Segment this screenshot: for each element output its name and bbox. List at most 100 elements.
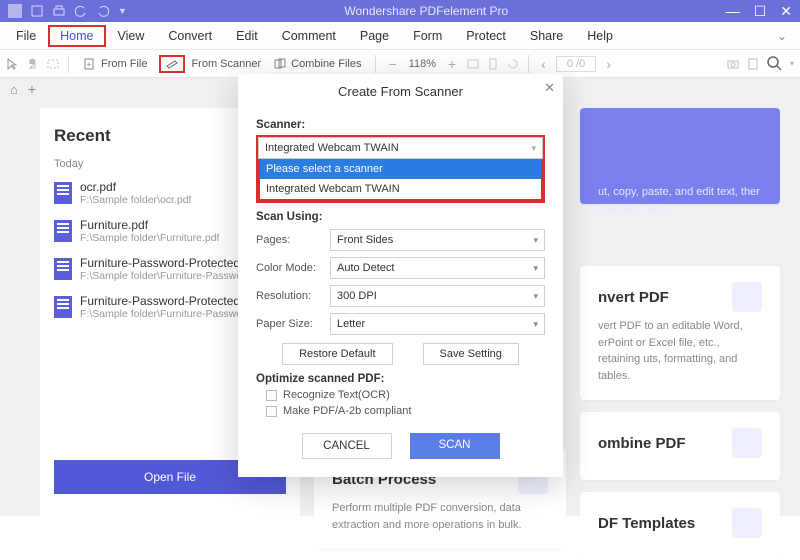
- app-logo-icon: [8, 4, 22, 18]
- file-name: Furniture-Password-Protected.pd: [80, 294, 257, 308]
- save-icon[interactable]: [30, 4, 44, 18]
- menu-share[interactable]: Share: [518, 25, 575, 47]
- menu-view[interactable]: View: [106, 25, 157, 47]
- combine-card-icon: [732, 428, 762, 458]
- pdfa-checkbox-row[interactable]: Make PDF/A-2b compliant: [266, 405, 545, 417]
- color-mode-select[interactable]: Auto Detect▾: [330, 257, 545, 279]
- note-icon[interactable]: [746, 57, 760, 71]
- restore-default-button[interactable]: Restore Default: [282, 343, 392, 365]
- cancel-button[interactable]: CANCEL: [302, 433, 392, 459]
- ocr-checkbox-row[interactable]: Recognize Text(OCR): [266, 389, 545, 401]
- redo-icon[interactable]: [96, 4, 110, 18]
- scanner-value: Integrated Webcam TWAIN: [265, 142, 399, 154]
- chevron-down-icon: ▾: [533, 319, 538, 330]
- pages-select[interactable]: Front Sides▾: [330, 229, 545, 251]
- maximize-button[interactable]: ☐: [754, 3, 767, 20]
- paper-size-select[interactable]: Letter▾: [330, 313, 545, 335]
- scan-using-label: Scan Using:: [256, 211, 545, 223]
- checkbox-icon: [266, 390, 277, 401]
- checkbox-icon: [266, 406, 277, 417]
- title-bar: ▼ Wondershare PDFelement Pro ― ☐ ✕: [0, 0, 800, 22]
- optimize-label: Optimize scanned PDF:: [256, 373, 545, 385]
- menu-protect[interactable]: Protect: [454, 25, 518, 47]
- chevron-down-icon: ▾: [533, 263, 538, 274]
- camera-icon[interactable]: [726, 57, 740, 71]
- convert-pdf-card[interactable]: nvert PDF vert PDF to an editable Word, …: [580, 266, 780, 400]
- hand-icon[interactable]: [26, 57, 40, 71]
- file-path: F:\Sample folder\Furniture-Password: [80, 270, 259, 282]
- undo-icon[interactable]: [74, 4, 88, 18]
- dialog-close-button[interactable]: ✕: [544, 80, 555, 96]
- from-scanner-button[interactable]: [159, 55, 185, 73]
- color-mode-label: Color Mode:: [256, 262, 330, 274]
- pdf-file-icon: [54, 182, 72, 204]
- file-name: ocr.pdf: [80, 180, 191, 194]
- window-title: Wondershare PDFelement Pro: [127, 4, 726, 18]
- templates-icon: [732, 508, 762, 538]
- scanner-dropdown: Please select a scanner Integrated Webca…: [258, 159, 543, 201]
- prev-page-button[interactable]: ‹: [537, 56, 550, 72]
- file-path: F:\Sample folder\ocr.pdf: [80, 194, 191, 206]
- edit-desc: ut, copy, paste, and edit text, ther obj…: [598, 184, 762, 217]
- menu-comment[interactable]: Comment: [270, 25, 348, 47]
- ribbon-collapse-icon[interactable]: ⌄: [768, 29, 796, 43]
- right-column: ut, copy, paste, and edit text, ther obj…: [580, 100, 800, 516]
- pdf-file-icon: [54, 296, 72, 318]
- zoom-out-button[interactable]: −: [384, 56, 400, 72]
- fit-page-icon[interactable]: [486, 57, 500, 71]
- combine-pdf-card[interactable]: ombine PDF: [580, 412, 780, 480]
- paper-size-label: Paper Size:: [256, 318, 330, 330]
- zoom-in-button[interactable]: +: [444, 56, 460, 72]
- scanner-option-placeholder[interactable]: Please select a scanner: [260, 159, 541, 179]
- home-tab-icon[interactable]: ⌂: [10, 82, 18, 97]
- rotate-icon[interactable]: [506, 57, 520, 71]
- convert-desc: vert PDF to an editable Word, erPoint or…: [598, 318, 762, 384]
- next-page-button[interactable]: ›: [602, 56, 615, 72]
- menu-page[interactable]: Page: [348, 25, 401, 47]
- resolution-select[interactable]: 300 DPI▾: [330, 285, 545, 307]
- menu-convert[interactable]: Convert: [156, 25, 224, 47]
- menu-home[interactable]: Home: [48, 25, 105, 47]
- search-dropdown-icon[interactable]: ▾: [790, 59, 794, 68]
- scanner-label: Scanner:: [256, 119, 545, 131]
- close-button[interactable]: ✕: [780, 3, 792, 20]
- batch-desc: Perform multiple PDF conversion, data ex…: [332, 500, 548, 533]
- from-file-button[interactable]: + From File: [77, 55, 153, 73]
- pdf-templates-card[interactable]: DF Templates: [580, 492, 780, 560]
- ocr-label: Recognize Text(OCR): [283, 389, 390, 401]
- search-icon[interactable]: [766, 55, 784, 73]
- scanner-combo[interactable]: Integrated Webcam TWAIN▾ Please select a…: [256, 135, 545, 203]
- chevron-down-icon: ▾: [533, 291, 538, 302]
- pages-label: Pages:: [256, 234, 330, 246]
- resolution-label: Resolution:: [256, 290, 330, 302]
- menu-file[interactable]: File: [4, 25, 48, 47]
- zoom-value: 118%: [409, 58, 436, 70]
- minimize-button[interactable]: ―: [726, 3, 740, 19]
- scan-button[interactable]: SCAN: [410, 433, 500, 459]
- menu-help[interactable]: Help: [575, 25, 625, 47]
- qat-dropdown-icon[interactable]: ▼: [118, 6, 127, 16]
- convert-heading: nvert PDF: [598, 289, 669, 306]
- pdf-file-icon: [54, 258, 72, 280]
- create-from-scanner-dialog: Create From Scanner ✕ Scanner: Integrate…: [238, 74, 563, 477]
- scanner-icon: [165, 57, 179, 71]
- combine-icon: [273, 57, 287, 71]
- fit-width-icon[interactable]: [466, 57, 480, 71]
- file-plus-icon: +: [83, 57, 97, 71]
- combine-heading: ombine PDF: [598, 435, 686, 452]
- new-tab-button[interactable]: +: [28, 81, 36, 97]
- from-file-label: From File: [101, 58, 147, 70]
- menu-edit[interactable]: Edit: [224, 25, 270, 47]
- menu-bar: File Home View Convert Edit Comment Page…: [0, 22, 800, 50]
- page-indicator[interactable]: 0 /0: [556, 56, 596, 72]
- save-setting-button[interactable]: Save Setting: [423, 343, 519, 365]
- chevron-down-icon: ▾: [533, 235, 538, 246]
- combine-files-button[interactable]: Combine Files: [267, 55, 367, 73]
- select-icon[interactable]: [46, 57, 60, 71]
- scanner-option-0[interactable]: Integrated Webcam TWAIN: [260, 179, 541, 199]
- print-icon[interactable]: [52, 4, 66, 18]
- cursor-icon[interactable]: [6, 57, 20, 71]
- menu-form[interactable]: Form: [401, 25, 454, 47]
- svg-text:+: +: [87, 60, 92, 69]
- edit-pdf-card[interactable]: ut, copy, paste, and edit text, ther obj…: [580, 108, 780, 204]
